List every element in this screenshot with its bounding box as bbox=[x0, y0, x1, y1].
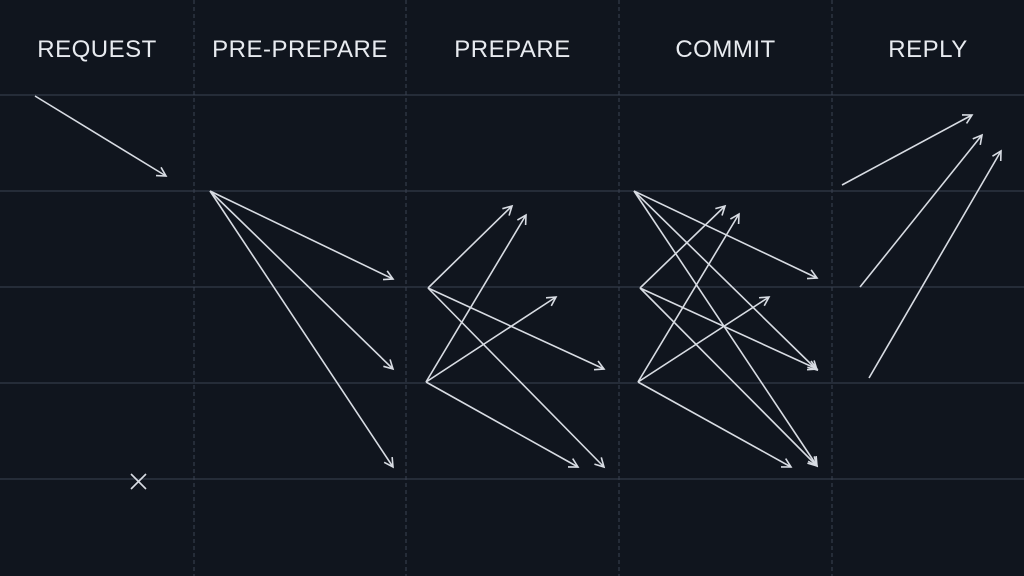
reply-message-arrow bbox=[868, 149, 1002, 379]
commit-message-arrow bbox=[637, 212, 740, 383]
reply-message-arrow bbox=[841, 114, 974, 186]
commit-message-arrow bbox=[633, 190, 819, 280]
commit-message-arrow bbox=[637, 296, 771, 383]
prepare-message-arrow bbox=[425, 296, 558, 383]
commit-message-arrow bbox=[639, 287, 819, 371]
commit-message-arrow bbox=[637, 381, 793, 468]
pbft-diagram bbox=[0, 0, 1024, 576]
prepare-message-arrow bbox=[425, 381, 580, 468]
commit-message-arrow bbox=[633, 190, 818, 468]
pre-prepare-message-arrow bbox=[209, 190, 395, 371]
request-message-arrow bbox=[34, 95, 168, 177]
pre-prepare-message-arrow bbox=[209, 190, 394, 469]
prepare-message-arrow bbox=[427, 287, 606, 371]
prepare-message-arrow bbox=[427, 204, 514, 289]
pre-prepare-message-arrow bbox=[209, 190, 395, 281]
prepare-message-arrow bbox=[427, 287, 606, 469]
commit-message-arrow bbox=[639, 287, 819, 468]
reply-message-arrow bbox=[859, 133, 984, 288]
x-icon bbox=[130, 473, 147, 490]
